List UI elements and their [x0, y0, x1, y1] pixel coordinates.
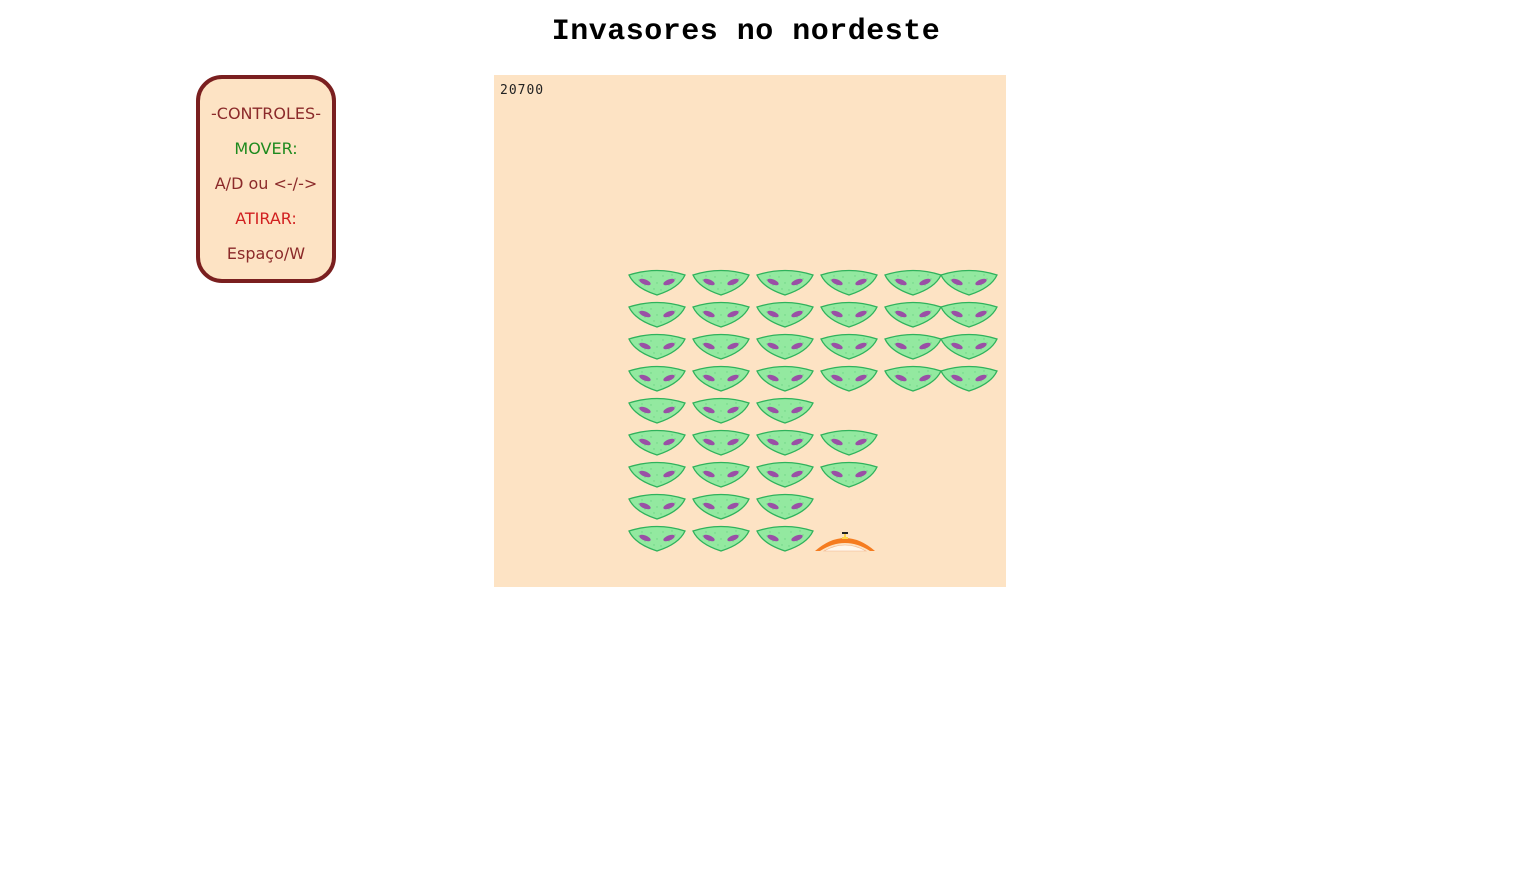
alien-invader-icon: [820, 365, 878, 392]
alien-invader-icon: [756, 269, 814, 296]
alien-invader-icon: [628, 461, 686, 488]
alien-invader-icon: [692, 333, 750, 360]
alien-invader-icon: [820, 269, 878, 296]
alien-invader-icon: [692, 397, 750, 424]
game-canvas[interactable]: 20700: [494, 75, 1006, 587]
page-title: Invasores no nordeste: [551, 15, 941, 49]
alien-invader-icon: [692, 301, 750, 328]
alien-invader-icon: [940, 269, 998, 296]
alien-invader-icon: [756, 461, 814, 488]
alien-invader-icon: [692, 493, 750, 520]
alien-invader-icon: [628, 269, 686, 296]
alien-invader-icon: [692, 429, 750, 456]
alien-invader-icon: [756, 365, 814, 392]
alien-invader-icon: [756, 525, 814, 552]
alien-invader-icon: [940, 333, 998, 360]
fire-keys: Espaço/W: [226, 244, 306, 263]
alien-invader-icon: [756, 301, 814, 328]
alien-invader-icon: [756, 493, 814, 520]
alien-invader-icon: [692, 365, 750, 392]
alien-invader-icon: [692, 525, 750, 552]
game-field: [628, 269, 998, 552]
alien-invader-icon: [940, 365, 998, 392]
controls-heading: -CONTROLES-: [211, 104, 321, 123]
alien-invader-icon: [692, 269, 750, 296]
alien-invader-icon: [628, 365, 686, 392]
move-label: MOVER:: [234, 139, 298, 158]
alien-invader-icon: [756, 429, 814, 456]
alien-invader-icon: [756, 397, 814, 424]
alien-invader-icon: [756, 333, 814, 360]
alien-invader-icon: [884, 301, 942, 328]
alien-invader-icon: [884, 269, 942, 296]
alien-invader-icon: [692, 461, 750, 488]
alien-invader-icon: [628, 429, 686, 456]
fire-label: ATIRAR:: [235, 209, 297, 228]
alien-invader-icon: [628, 301, 686, 328]
alien-invader-icon: [820, 429, 878, 456]
alien-invader-icon: [884, 333, 942, 360]
alien-invader-icon: [884, 365, 942, 392]
move-keys: A/D ou <-/->: [214, 174, 318, 193]
alien-invader-icon: [628, 525, 686, 552]
player-cannon-icon: [815, 532, 875, 552]
alien-invader-icon: [820, 461, 878, 488]
alien-invader-icon: [820, 333, 878, 360]
controls-panel: -CONTROLES- MOVER: A/D ou <-/-> ATIRAR: …: [196, 75, 336, 283]
alien-invader-icon: [940, 301, 998, 328]
alien-invader-icon: [628, 333, 686, 360]
alien-invader-icon: [820, 301, 878, 328]
alien-invader-icon: [628, 397, 686, 424]
alien-invader-icon: [628, 493, 686, 520]
